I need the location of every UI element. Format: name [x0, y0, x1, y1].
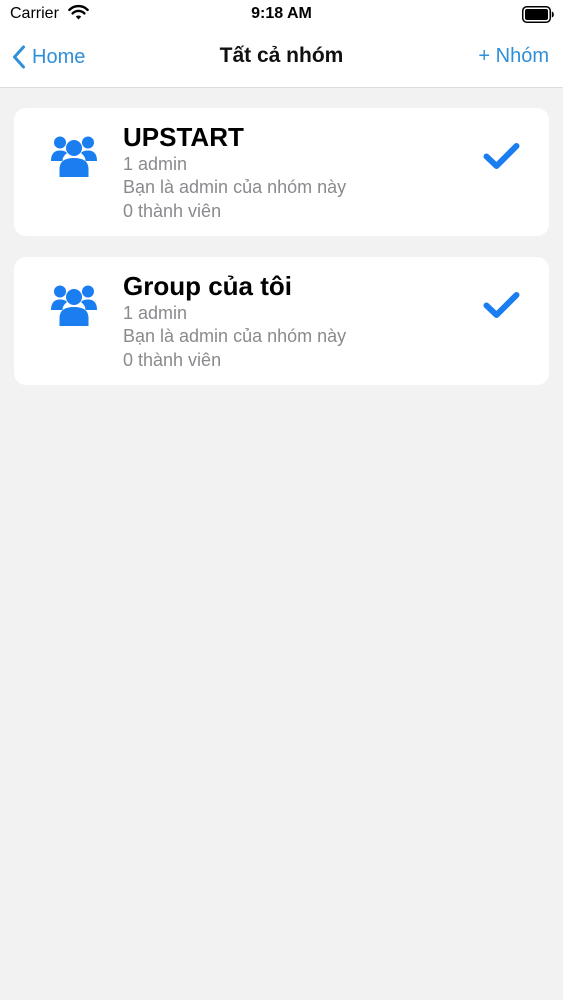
group-role: Bạn là admin của nhóm này: [123, 326, 347, 346]
status-bar: Carrier 9:18 AM: [0, 0, 563, 30]
group-member-count: 0 thành viên: [123, 350, 222, 370]
checkmark-icon: [483, 292, 520, 318]
battery-icon: [522, 6, 554, 23]
group-member-count: 0 thành viên: [123, 201, 222, 221]
group-name: UPSTART: [123, 122, 244, 152]
users-icon: [51, 285, 97, 326]
group-list: UPSTART 1 admin Bạn là admin của nhóm nà…: [14, 108, 549, 406]
group-role: Bạn là admin của nhóm này: [123, 177, 347, 197]
group-card[interactable]: Group của tôi 1 admin Bạn là admin của n…: [14, 257, 549, 385]
users-icon: [51, 136, 97, 177]
clock: 9:18 AM: [251, 5, 312, 22]
group-name: Group của tôi: [123, 271, 292, 301]
group-admin-count: 1 admin: [123, 303, 188, 323]
navigation-bar: Home Tất cả nhóm + Nhóm: [0, 30, 563, 88]
group-admin-count: 1 admin: [123, 154, 188, 174]
add-group-button[interactable]: + Nhóm: [478, 45, 549, 68]
group-card[interactable]: UPSTART 1 admin Bạn là admin của nhóm nà…: [14, 108, 549, 236]
checkmark-icon: [483, 143, 520, 169]
